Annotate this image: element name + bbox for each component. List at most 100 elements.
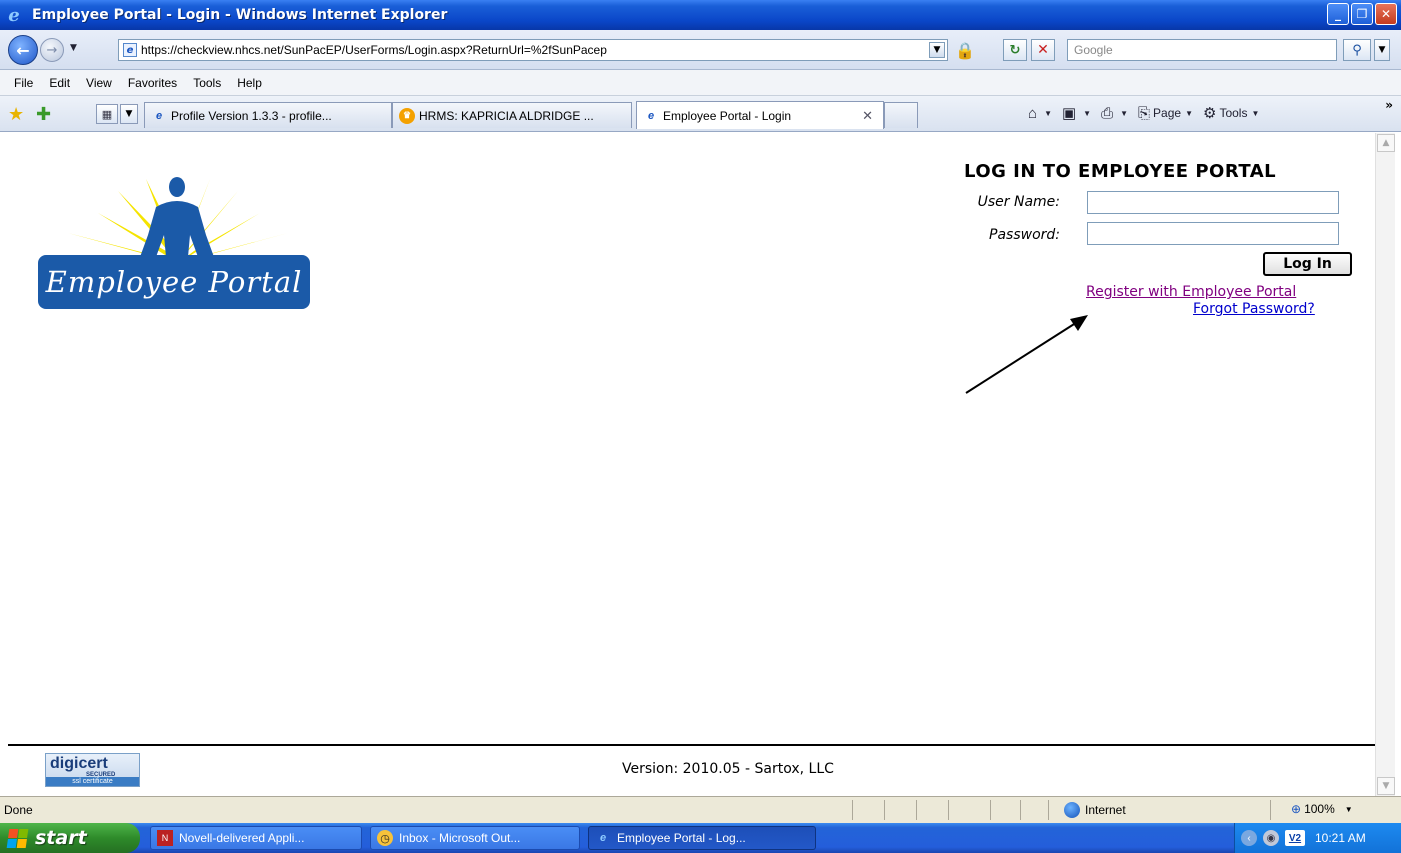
print-button[interactable]: ⎙ ▼	[1101, 105, 1128, 122]
home-button[interactable]: ⌂ ▼	[1028, 105, 1052, 122]
globe-icon	[1064, 802, 1080, 818]
url-dropdown-icon[interactable]: ▼	[929, 42, 945, 58]
start-button[interactable]: start	[0, 823, 140, 853]
security-zone: Internet	[1064, 802, 1126, 818]
employee-portal-logo: Employee Portal	[38, 173, 318, 313]
title-bar: e Employee Portal - Login - Windows Inte…	[0, 0, 1401, 30]
taskbar-button-label: Inbox - Microsoft Out...	[399, 831, 521, 845]
close-window-button[interactable]: ✕	[1375, 3, 1397, 25]
forgot-password-link[interactable]: Forgot Password?	[1193, 301, 1315, 317]
scroll-down-icon[interactable]: ▼	[1377, 777, 1395, 795]
restore-button[interactable]: ❐	[1351, 3, 1373, 25]
login-title: LOG IN TO EMPLOYEE PORTAL	[964, 161, 1277, 182]
taskbar-button-ie[interactable]: e Employee Portal - Log...	[588, 826, 816, 850]
status-divider	[948, 800, 949, 820]
clock[interactable]: 10:21 AM	[1315, 831, 1366, 845]
ie-page-icon: e	[155, 109, 163, 122]
close-tab-icon[interactable]: ✕	[862, 108, 873, 124]
zoom-control[interactable]: ⊕ 100% ▼	[1291, 802, 1353, 816]
password-label: Password:	[989, 227, 1060, 243]
url-text[interactable]: https://checkview.nhcs.net/SunPacEP/User…	[141, 43, 607, 57]
tray-badge-icon[interactable]: V2	[1285, 830, 1305, 846]
register-link[interactable]: Register with Employee Portal	[1086, 284, 1296, 300]
feeds-button[interactable]: ▣ ▼	[1062, 104, 1091, 122]
scroll-up-icon[interactable]: ▲	[1377, 134, 1395, 152]
ie-page-icon: e	[647, 109, 655, 122]
add-favorite-icon[interactable]: ✚	[36, 104, 51, 125]
search-dropdown-icon[interactable]: ▼	[1374, 39, 1390, 61]
tab-list-dropdown-icon[interactable]: ▼	[120, 104, 138, 124]
page-content: Employee Portal LOG IN TO EMPLOYEE PORTA…	[8, 133, 1375, 796]
tray-app-icon[interactable]: ◉	[1263, 830, 1279, 846]
status-bar: Done Internet ⊕ 100% ▼	[0, 796, 1401, 823]
minimize-button[interactable]: _	[1327, 3, 1349, 25]
menu-edit[interactable]: Edit	[41, 76, 78, 90]
menu-view[interactable]: View	[78, 76, 120, 90]
zoom-level: 100%	[1304, 802, 1335, 816]
tab-bar: ★ ✚ ▦ ▼ e Profile Version 1.3.3 - profil…	[0, 96, 1401, 132]
status-text: Done	[4, 803, 33, 817]
menu-tools[interactable]: Tools	[185, 76, 229, 90]
menu-bar: File Edit View Favorites Tools Help	[0, 70, 1401, 96]
menu-favorites[interactable]: Favorites	[120, 76, 185, 90]
tools-menu-label: Tools	[1219, 106, 1248, 120]
tab-employee-portal[interactable]: e Employee Portal - Login ✕	[636, 101, 884, 129]
zone-label: Internet	[1085, 803, 1126, 817]
taskbar: start N Novell-delivered Appli... ◷ Inbo…	[0, 823, 1401, 853]
taskbar-button-outlook[interactable]: ◷ Inbox - Microsoft Out...	[370, 826, 580, 850]
ie-page-icon: e	[599, 832, 607, 844]
history-dropdown-icon[interactable]: ▼	[70, 43, 77, 53]
status-divider	[852, 800, 853, 820]
tab-label: HRMS: KAPRICIA ALDRIDGE ...	[419, 108, 594, 123]
version-text: Version: 2010.05 - Sartox, LLC	[622, 761, 834, 777]
tab-profile[interactable]: e Profile Version 1.3.3 - profile...	[144, 102, 392, 128]
status-divider	[990, 800, 991, 820]
hrms-logo-icon: ♛	[399, 107, 415, 124]
quick-tabs-button[interactable]: ▦	[96, 104, 118, 124]
stop-button[interactable]: ✕	[1031, 39, 1055, 61]
home-icon: ⌂	[1028, 104, 1038, 122]
status-divider	[916, 800, 917, 820]
refresh-button[interactable]: ↻	[1003, 39, 1027, 61]
page-menu-button[interactable]: ⎘ Page ▼	[1138, 105, 1193, 122]
zoom-dropdown-icon[interactable]: ▼	[1345, 805, 1353, 814]
rss-feed-icon: ▣	[1061, 105, 1077, 122]
digicert-brand: digicert	[50, 755, 108, 772]
login-button[interactable]: Log In	[1263, 252, 1352, 276]
address-bar[interactable]: e https://checkview.nhcs.net/SunPacEP/Us…	[118, 39, 948, 61]
novell-app-icon: N	[157, 830, 173, 846]
page-menu-label: Page	[1153, 106, 1182, 120]
more-chevron-icon[interactable]: »	[1385, 98, 1393, 112]
menu-help[interactable]: Help	[229, 76, 270, 90]
taskbar-button-label: Novell-delivered Appli...	[179, 831, 305, 845]
taskbar-button-novell[interactable]: N Novell-delivered Appli...	[150, 826, 362, 850]
tools-menu-button[interactable]: ⚙ Tools ▼	[1203, 104, 1259, 122]
zoom-icon: ⊕	[1291, 802, 1302, 816]
page-icon: e	[123, 43, 137, 57]
menu-file[interactable]: File	[6, 76, 41, 90]
digicert-badge[interactable]: digicert SECURED ssl certificate	[45, 753, 140, 787]
tab-label: Profile Version 1.3.3 - profile...	[171, 108, 332, 123]
printer-icon: ⎙	[1101, 104, 1114, 122]
lock-icon[interactable]: 🔒	[955, 40, 975, 60]
tray-arrow-icon[interactable]: ‹	[1241, 830, 1257, 846]
status-divider	[1270, 800, 1271, 820]
username-label: User Name:	[977, 194, 1060, 210]
search-input[interactable]: Google	[1067, 39, 1337, 61]
system-tray: ‹ ◉ V2 10:21 AM	[1234, 823, 1401, 853]
search-icon[interactable]: ⚲	[1343, 39, 1371, 61]
gear-icon: ⚙	[1203, 105, 1217, 122]
status-divider	[1048, 800, 1049, 820]
taskbar-button-label: Employee Portal - Log...	[617, 831, 746, 845]
favorites-star-icon[interactable]: ★	[8, 104, 24, 125]
vertical-scrollbar[interactable]: ▲ ▼	[1375, 133, 1395, 796]
outlook-icon: ◷	[377, 830, 393, 846]
forward-button[interactable]: →	[40, 38, 64, 62]
password-input[interactable]	[1087, 222, 1339, 245]
back-button[interactable]: ←	[8, 35, 38, 65]
digicert-caption: ssl certificate	[46, 777, 139, 786]
tab-label: Employee Portal - Login	[663, 108, 792, 123]
new-tab-button[interactable]	[884, 102, 918, 128]
tab-hrms[interactable]: ♛ HRMS: KAPRICIA ALDRIDGE ...	[392, 102, 632, 128]
username-input[interactable]	[1087, 191, 1339, 214]
